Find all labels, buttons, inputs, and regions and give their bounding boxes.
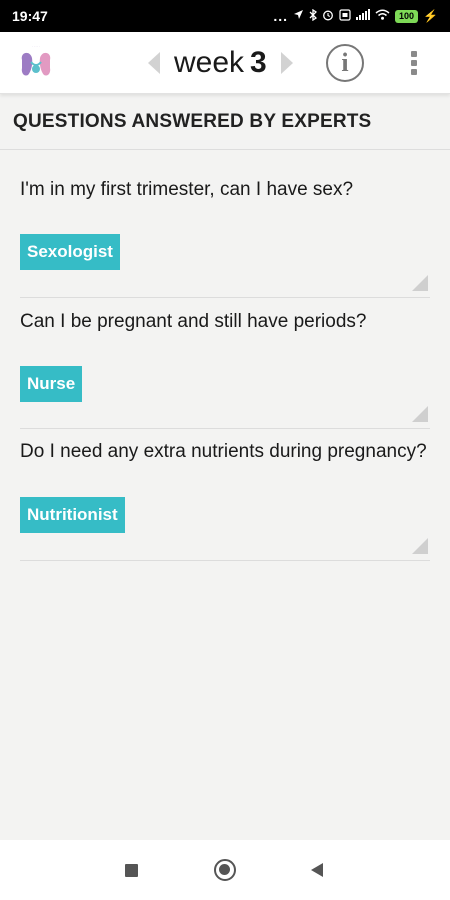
baby-feet-logo[interactable]: . . . . .: [16, 42, 56, 82]
question-text: Can I be pregnant and still have periods…: [20, 311, 367, 332]
next-week-arrow-icon[interactable]: [280, 52, 293, 74]
more-dot: [411, 51, 417, 57]
battery-icon: 100: [395, 9, 419, 23]
system-nav-bar: [0, 840, 450, 900]
back-icon[interactable]: [311, 863, 323, 877]
charging-icon: ⚡: [423, 9, 438, 23]
week-number: 3: [250, 46, 267, 79]
sim-icon: [339, 8, 351, 24]
question-card[interactable]: Do I need any extra nutrients during pre…: [20, 429, 430, 561]
more-notifications-dots: ...: [273, 8, 289, 24]
expand-corner-icon: [412, 406, 428, 422]
week-navigator: week 3: [148, 40, 293, 86]
app-header: . . . . . week 3 i: [0, 32, 450, 94]
expand-corner-icon: [412, 538, 428, 554]
expert-tag: Nurse: [20, 366, 83, 402]
expert-tag: Nutritionist: [20, 497, 125, 533]
status-icons: ... 100 ⚡: [273, 8, 438, 24]
bluetooth-icon: [309, 8, 318, 24]
question-text: Do I need any extra nutrients during pre…: [20, 441, 427, 462]
home-icon[interactable]: [214, 859, 236, 881]
alarm-icon: [322, 9, 334, 24]
recent-apps-icon[interactable]: [125, 864, 138, 877]
more-dot: [411, 60, 417, 66]
week-label: week: [174, 46, 245, 79]
wifi-icon: [375, 9, 390, 23]
question-card[interactable]: Can I be pregnant and still have periods…: [20, 298, 430, 429]
info-symbol: i: [341, 48, 349, 77]
section-title: QUESTIONS ANSWERED BY EXPERTS: [0, 94, 450, 150]
status-time: 19:47: [12, 8, 48, 24]
question-card[interactable]: I'm in my first trimester, can I have se…: [20, 150, 430, 298]
previous-week-arrow-icon[interactable]: [148, 52, 160, 74]
more-options-icon[interactable]: [404, 48, 424, 78]
info-icon[interactable]: i: [326, 44, 364, 82]
expand-corner-icon: [412, 275, 428, 291]
svg-text:. . . . .: . . . . .: [32, 44, 40, 48]
signal-icon: [356, 9, 371, 23]
question-text: I'm in my first trimester, can I have se…: [20, 179, 354, 200]
status-bar: 19:47 ... 100 ⚡: [0, 0, 450, 32]
expert-tag: Sexologist: [20, 234, 120, 270]
location-icon: [293, 9, 304, 23]
more-dot: [411, 69, 417, 75]
